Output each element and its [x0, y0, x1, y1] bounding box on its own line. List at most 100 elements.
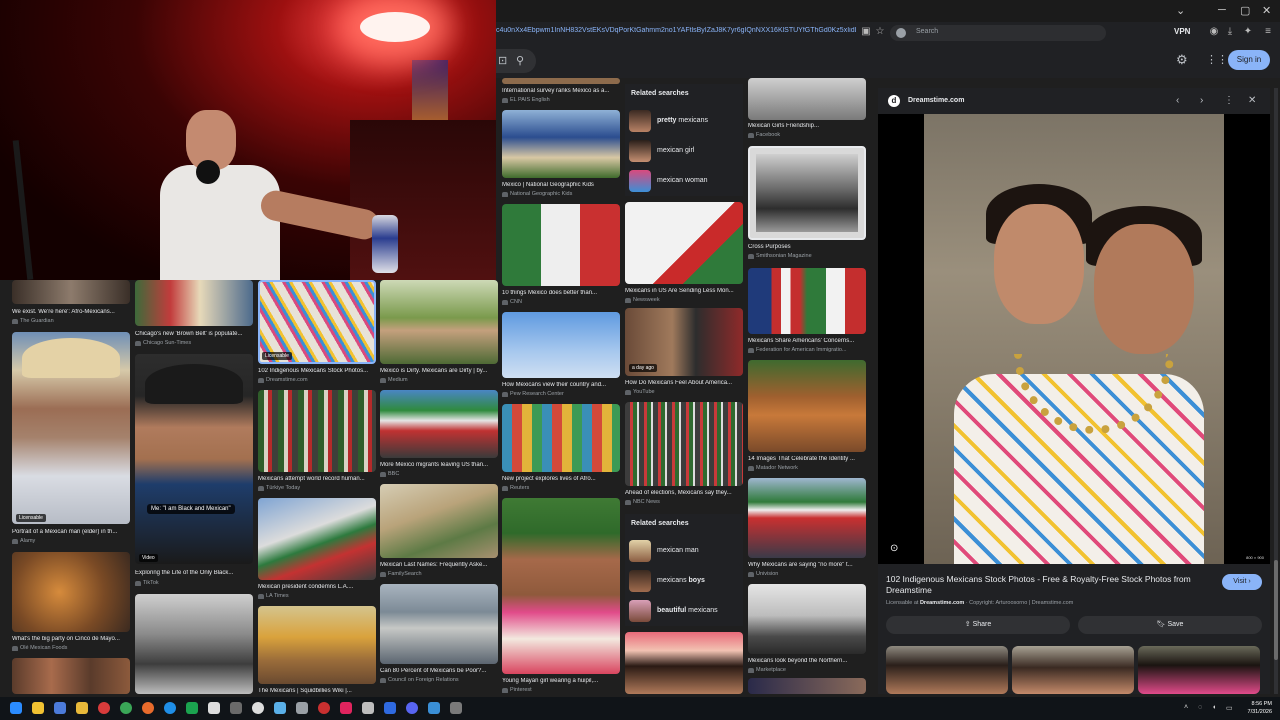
obs-icon[interactable] [252, 702, 264, 714]
next-icon[interactable]: › [1200, 95, 1203, 106]
result-thumbnail[interactable] [748, 146, 866, 240]
related-search-item[interactable]: mexican man [629, 540, 741, 564]
share-button[interactable]: ⇪ Share [886, 616, 1070, 634]
maximize-button[interactable]: ▢ [1240, 4, 1250, 17]
result-thumbnail[interactable] [12, 552, 130, 632]
image-result[interactable]: What's the big party on Cinco de Mayo...… [12, 552, 130, 654]
url-text[interactable]: c4u0nXx4Ebpwm1InNH832VstEKsVDqPorKtGahmm… [496, 27, 856, 34]
image-result[interactable] [135, 594, 253, 694]
chrome-icon[interactable] [120, 702, 132, 714]
result-thumbnail[interactable] [748, 478, 866, 558]
result-thumbnail[interactable] [380, 280, 498, 364]
result-thumbnail[interactable] [748, 678, 866, 694]
app-icon[interactable] [230, 702, 242, 714]
image-result[interactable]: We exist. We're here': Afro-Mexicans... … [12, 280, 130, 328]
result-caption[interactable]: 14 Images That Celebrate the Identity ..… [748, 456, 866, 462]
image-result[interactable] [625, 632, 743, 694]
image-result[interactable]: Mexicans in US Are Sending Less Mon... N… [625, 202, 743, 306]
widgets-icon[interactable] [32, 702, 44, 714]
app-icon[interactable] [450, 702, 462, 714]
result-caption[interactable]: How Mexicans view their country and... [502, 382, 620, 388]
image-result[interactable]: Young Mayan girl wearing a huipil,... Pi… [502, 498, 620, 694]
discord-icon[interactable] [406, 702, 418, 714]
result-thumbnail[interactable] [748, 360, 866, 452]
previous-icon[interactable]: ‹ [1176, 95, 1179, 106]
app-icon[interactable] [384, 702, 396, 714]
image-result[interactable]: The Mexicans | Squidbillies Wiki |... [258, 606, 376, 694]
lens-search-icon[interactable]: ⊙ [890, 543, 898, 554]
result-caption[interactable]: Mexico is Dirty. Mexicans are Dirty | by… [380, 368, 498, 374]
related-image-thumb[interactable] [1012, 646, 1134, 694]
volume-icon[interactable]: ◖ [1212, 704, 1216, 711]
result-caption[interactable]: 10 things Mexico does better than... [502, 290, 620, 296]
result-caption[interactable]: Mexican president condemns L.A.... [258, 584, 376, 590]
result-thumbnail[interactable] [625, 202, 743, 284]
image-result[interactable]: More Mexico migrants leaving US than... … [380, 390, 498, 480]
browser-search-box[interactable]: Search [890, 25, 1106, 41]
result-thumbnail[interactable] [748, 584, 866, 654]
extensions-icon[interactable]: ✦ [1242, 26, 1254, 38]
app-icon[interactable] [296, 702, 308, 714]
result-thumbnail[interactable] [258, 498, 376, 580]
edge-icon[interactable] [164, 702, 176, 714]
image-result[interactable]: Mexicans Share Americans' Concerns... Fe… [748, 268, 866, 356]
result-caption[interactable]: Mexican Girls Friendship... [748, 123, 866, 129]
image-result[interactable]: Me: "I am Black and Mexican" Video Explo… [135, 354, 253, 580]
file-explorer-icon[interactable] [76, 702, 88, 714]
close-window-button[interactable]: ✕ [1262, 4, 1271, 17]
image-result[interactable]: Cross Purposes Smithsonian Magazine [748, 146, 866, 262]
image-result[interactable]: Mexico is Dirty. Mexicans are Dirty | by… [380, 280, 498, 386]
start-icon[interactable] [10, 702, 22, 714]
related-search-item[interactable]: mexican girl [629, 140, 741, 164]
reader-icon[interactable]: ▣ [860, 26, 872, 38]
related-search-item[interactable]: beautiful mexicans [629, 600, 741, 624]
result-thumbnail[interactable] [135, 280, 253, 326]
image-result[interactable]: Why Mexicans are saying "no more" t... U… [748, 478, 866, 580]
vpn-badge[interactable]: VPN [1174, 27, 1190, 36]
result-thumbnail[interactable] [380, 584, 498, 664]
result-thumbnail[interactable] [625, 632, 743, 694]
result-caption[interactable]: Young Mayan girl wearing a huipil,... [502, 678, 620, 684]
preview-site-name[interactable]: Dreamstime.com [908, 97, 964, 104]
image-result[interactable]: 14 Images That Celebrate the Identity ..… [748, 360, 866, 474]
result-thumbnail[interactable] [502, 110, 620, 178]
related-search-item[interactable]: pretty mexicans [629, 110, 741, 134]
result-thumbnail[interactable] [135, 354, 253, 564]
image-result[interactable]: How Mexicans view their country and... P… [502, 312, 620, 400]
result-caption[interactable]: Ahead of elections, Mexicans say they... [625, 490, 743, 496]
result-caption[interactable]: Can 80 Percent of Mexicans be Poor?... [380, 668, 498, 674]
minimize-button[interactable]: ─ [1218, 4, 1226, 16]
result-caption[interactable]: Why Mexicans are saying "no more" t... [748, 562, 866, 568]
result-thumbnail[interactable] [258, 390, 376, 472]
result-thumbnail[interactable] [380, 390, 498, 458]
app-icon[interactable] [186, 702, 198, 714]
result-caption[interactable]: 102 Indigenous Mexicans Stock Photos... [258, 368, 376, 374]
result-thumbnail[interactable] [502, 498, 620, 674]
preview-scrollbar-thumb[interactable] [1274, 560, 1278, 660]
result-thumbnail[interactable] [625, 402, 743, 486]
result-thumbnail[interactable] [502, 404, 620, 472]
result-thumbnail[interactable] [748, 78, 866, 120]
result-thumbnail[interactable] [502, 312, 620, 378]
result-caption[interactable]: International survey ranks Mexico as a..… [502, 88, 620, 94]
image-result[interactable]: Ahead of elections, Mexicans say they...… [625, 402, 743, 508]
image-result[interactable] [12, 658, 130, 694]
result-caption[interactable]: Exploring the Life of the Only Black... [135, 570, 253, 576]
preview-image[interactable]: ⊙ 800 × 900 [878, 114, 1270, 564]
result-caption[interactable]: Mexicans in US Are Sending Less Mon... [625, 288, 743, 294]
result-caption[interactable]: How Do Mexicans Feel About America... [625, 380, 743, 386]
result-thumbnail[interactable] [502, 204, 620, 286]
settings-icon[interactable] [274, 702, 286, 714]
battery-icon[interactable]: ▭ [1226, 704, 1233, 712]
close-icon[interactable]: ✕ [1248, 95, 1256, 106]
image-result[interactable]: Licensable Portrait of a Mexican man (el… [12, 332, 130, 548]
tray-chevron-icon[interactable]: ˄ [1184, 704, 1188, 711]
result-caption[interactable]: More Mexico migrants leaving US than... [380, 462, 498, 468]
image-result[interactable]: Mexico | National Geographic Kids Nation… [502, 110, 620, 200]
result-caption[interactable]: Mexico | National Geographic Kids [502, 182, 620, 188]
result-caption[interactable]: What's the big party on Cinco de Mayo... [12, 636, 130, 642]
result-thumbnail[interactable] [380, 484, 498, 558]
bookmark-star-icon[interactable]: ☆ [874, 26, 886, 38]
apps-grid-icon[interactable]: ⋮⋮ [1206, 53, 1228, 66]
result-caption[interactable]: Mexicans attempt world record human... [258, 476, 376, 482]
